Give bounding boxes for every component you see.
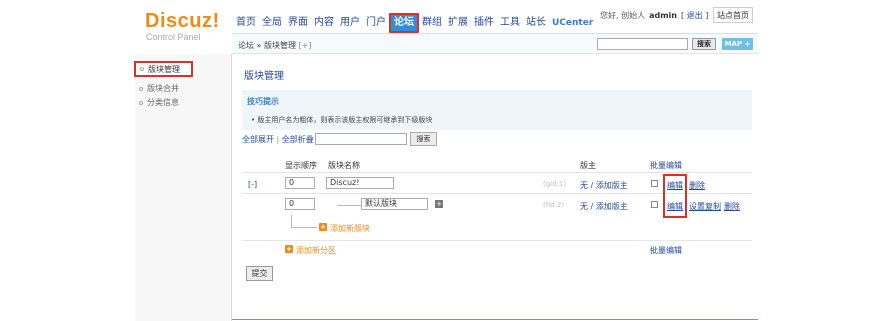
delete-link[interactable]: 删除 <box>689 180 705 191</box>
add-shortcut-link[interactable]: [+] <box>299 41 312 50</box>
tips-text: • 版主用户名为粗体，则表示该版主权限可继承到下级版块 <box>251 116 433 124</box>
sidebar-item-forum-merge[interactable]: 版块合并 <box>139 83 179 94</box>
breadcrumb-text: 论坛 » 版块管理 <box>238 41 296 50</box>
control-panel-subtitle: Control Panel <box>146 32 201 42</box>
header-row-divider <box>242 172 752 173</box>
username: admin <box>649 11 677 20</box>
page-title: 版块管理 <box>244 71 284 82</box>
top-nav: 首页 全局 界面 内容 用户 门户 论坛 群组 扩展 插件 工具 站长 UCen… <box>233 13 596 33</box>
nav-interface[interactable]: 界面 <box>285 15 311 31</box>
add-forum-link[interactable]: 添加新版块 <box>330 223 370 234</box>
greeting-text: 您好, 创始人 <box>600 11 646 20</box>
add-category-link[interactable]: 添加新分区 <box>296 245 336 256</box>
tips-title: 技巧提示 <box>247 97 279 106</box>
menu-search-button[interactable]: 搜索 <box>692 38 716 50</box>
moderator-links[interactable]: 无 / 添加版主 <box>580 180 628 191</box>
nav-webmaster[interactable]: 站长 <box>523 15 549 31</box>
order-input[interactable]: 0 <box>285 177 315 189</box>
highlight-edit-links <box>663 174 687 218</box>
batch-edit-footer-link[interactable]: 批量编辑 <box>650 245 682 256</box>
menu-search-input[interactable] <box>597 38 688 50</box>
nav-tools[interactable]: 工具 <box>497 15 523 31</box>
add-category-icon[interactable]: + <box>285 245 293 253</box>
bullet-icon <box>140 67 144 71</box>
add-forum-icon[interactable]: + <box>319 223 327 231</box>
sidebar-item-label: 版块合并 <box>147 84 179 93</box>
user-info: 您好, 创始人 admin [ 退出 ] <box>600 10 708 21</box>
collapse-all-link[interactable]: 全部折叠 <box>282 135 314 144</box>
sidebar-item-label: 版块管理 <box>148 64 180 74</box>
nav-ucenter[interactable]: UCenter <box>549 15 596 31</box>
column-order: 显示顺序 <box>285 161 317 170</box>
expand-controls: 全部展开 | 全部折叠 <box>242 135 314 144</box>
batch-checkbox[interactable] <box>651 201 658 208</box>
tree-connector <box>291 215 292 227</box>
nav-portal[interactable]: 门户 <box>363 15 389 31</box>
sidebar-item-forum-manage[interactable]: 版块管理 <box>134 61 193 77</box>
add-subforum-icon[interactable]: + <box>435 200 443 208</box>
tree-connector <box>291 227 317 228</box>
column-moderator: 版主 <box>580 161 596 170</box>
collapse-toggle[interactable]: [-] <box>248 180 257 189</box>
bullet-icon <box>139 86 143 91</box>
tree-connector <box>337 205 361 206</box>
category-name-input[interactable]: Discuz! <box>326 177 394 189</box>
site-home-button[interactable]: 站点首页 <box>713 7 753 23</box>
batch-checkbox[interactable] <box>651 180 658 187</box>
column-name: 版块名称 <box>328 161 360 170</box>
map-button[interactable]: MAP + <box>722 38 753 50</box>
delete-link[interactable]: 删除 <box>724 201 740 212</box>
order-input[interactable]: 0 <box>285 198 315 210</box>
nav-users[interactable]: 用户 <box>337 15 363 31</box>
nav-groups[interactable]: 群组 <box>419 15 445 31</box>
bullet-icon <box>139 100 143 105</box>
moderator-links[interactable]: 无 / 添加版主 <box>580 201 628 212</box>
nav-global[interactable]: 全局 <box>259 15 285 31</box>
forum-name-input[interactable]: 默认版块 <box>361 198 428 210</box>
category-id: (gid:1) <box>543 180 567 188</box>
sidebar-item-label: 分类信息 <box>147 98 179 107</box>
discuz-logo[interactable]: Discuz! <box>145 10 220 33</box>
column-batch-edit[interactable]: 批量编辑 <box>650 160 682 171</box>
row-divider <box>242 240 752 241</box>
sidebar-item-thread-types[interactable]: 分类信息 <box>139 97 179 108</box>
nav-home[interactable]: 首页 <box>233 15 259 31</box>
forum-id: (fid:2) <box>543 201 565 209</box>
forum-search-input[interactable] <box>315 133 407 145</box>
nav-extensions[interactable]: 扩展 <box>445 15 471 31</box>
forum-search-button[interactable]: 搜索 <box>410 132 437 146</box>
nav-content[interactable]: 内容 <box>311 15 337 31</box>
breadcrumb: 论坛 » 版块管理 [+] <box>238 40 311 51</box>
nav-forum[interactable]: 论坛 <box>389 13 419 33</box>
nav-plugins[interactable]: 插件 <box>471 15 497 31</box>
submit-button[interactable]: 提交 <box>246 266 273 281</box>
copy-settings-link[interactable]: 设置复制 <box>689 201 721 212</box>
sidebar <box>135 54 232 321</box>
logout-link[interactable]: [ 退出 ] <box>681 10 708 21</box>
expand-all-link[interactable]: 全部展开 <box>242 135 274 144</box>
